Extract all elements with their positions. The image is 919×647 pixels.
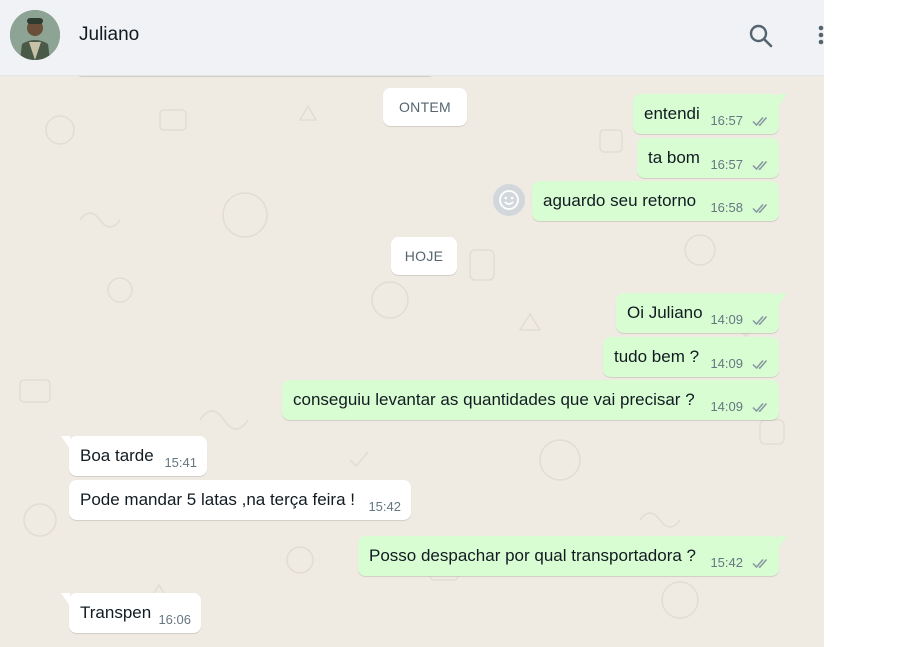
smiley-icon xyxy=(499,190,519,210)
bubble-tail xyxy=(61,593,70,606)
message-text: Pode mandar 5 latas ,na terça feira ! xyxy=(80,490,355,509)
search-icon[interactable] xyxy=(746,21,776,51)
message-time: 14:09 xyxy=(710,399,743,414)
double-check-icon xyxy=(752,403,768,413)
bubble-tail xyxy=(778,293,787,306)
bubble-tail xyxy=(778,94,787,107)
double-check-icon xyxy=(752,559,768,569)
message-text: Transpen xyxy=(80,603,152,622)
chat-header: Juliano xyxy=(0,0,824,76)
message-text: ta bom xyxy=(648,148,700,167)
message-bubble[interactable]: Boa tarde 15:41 xyxy=(61,436,207,476)
message-time: 16:57 xyxy=(710,113,743,128)
message-bubble[interactable]: Posso despachar por qual transportadora … xyxy=(358,536,787,576)
message-bubble[interactable]: tudo bem ? 14:09 xyxy=(603,337,779,377)
bubble-tail xyxy=(778,536,787,549)
message-time: 14:09 xyxy=(710,356,743,371)
double-check-icon xyxy=(752,117,768,127)
message-bubble[interactable]: Pode mandar 5 latas ,na terça feira ! 15… xyxy=(69,480,411,520)
message-text: aguardo seu retorno xyxy=(543,191,697,210)
double-check-icon xyxy=(752,316,768,326)
message-text: Boa tarde xyxy=(80,446,154,465)
chat-window: Juliano ONTEM entendi 16:57 ta bom 16:57 xyxy=(0,0,824,647)
react-emoji-button[interactable] xyxy=(493,184,525,216)
message-time: 15:42 xyxy=(368,499,401,514)
message-bubble[interactable]: aguardo seu retorno 16:58 xyxy=(532,181,779,221)
double-check-icon xyxy=(752,204,768,214)
message-text: entendi xyxy=(644,104,700,123)
message-time: 16:57 xyxy=(710,157,743,172)
message-time: 14:09 xyxy=(710,312,743,327)
bubble-tail xyxy=(61,436,70,449)
message-text: tudo bem ? xyxy=(614,347,700,366)
message-text: conseguiu levantar as quantidades que va… xyxy=(293,390,695,409)
message-time: 15:41 xyxy=(164,455,197,470)
message-text: Oi Juliano xyxy=(627,303,703,322)
message-time: 16:06 xyxy=(158,612,191,627)
kebab-menu-icon[interactable] xyxy=(812,24,824,48)
date-separator-today: HOJE xyxy=(391,237,457,275)
double-check-icon xyxy=(752,360,768,370)
contact-avatar[interactable] xyxy=(10,10,60,60)
message-bubble[interactable]: Transpen 16:06 xyxy=(61,593,201,633)
message-text: Posso despachar por qual transportadora … xyxy=(369,546,696,565)
message-time: 15:42 xyxy=(710,555,743,570)
message-bubble[interactable]: entendi 16:57 xyxy=(633,94,787,134)
double-check-icon xyxy=(752,161,768,171)
message-bubble[interactable]: conseguiu levantar as quantidades que va… xyxy=(282,380,779,420)
contact-name[interactable]: Juliano xyxy=(79,24,139,46)
date-separator-yesterday: ONTEM xyxy=(383,88,467,126)
message-bubble[interactable]: ta bom 16:57 xyxy=(637,138,779,178)
message-bubble[interactable]: Oi Juliano 14:09 xyxy=(616,293,787,333)
message-time: 16:58 xyxy=(710,200,743,215)
